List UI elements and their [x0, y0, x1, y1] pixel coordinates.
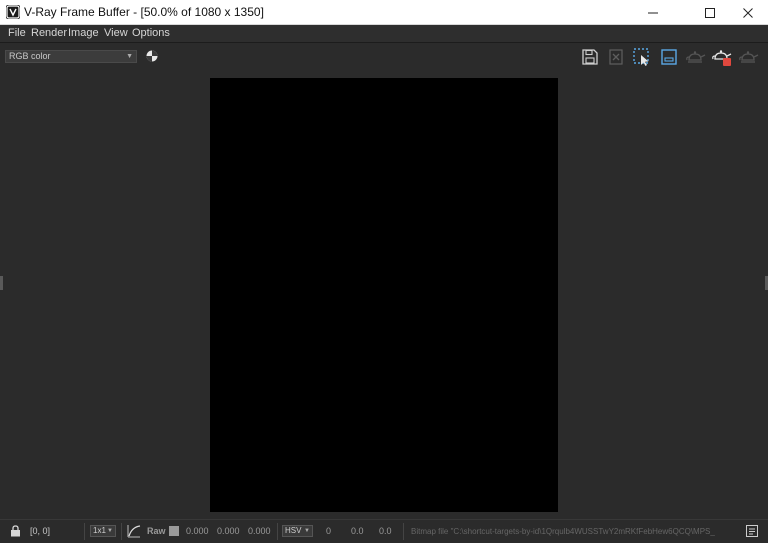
raw-value-b: 0.000 — [248, 526, 271, 536]
render-last-icon[interactable] — [686, 47, 706, 67]
divider — [403, 523, 404, 540]
color-mode-value: HSV — [285, 526, 302, 535]
clear-image-icon[interactable] — [606, 47, 626, 67]
hsv-value-v: 0.0 — [379, 526, 392, 536]
toolbar: RGB color ▼ — [0, 43, 768, 71]
raw-value-r: 0.000 — [186, 526, 209, 536]
hsv-value-s: 0.0 — [351, 526, 364, 536]
region-render-icon[interactable] — [632, 47, 652, 67]
log-icon[interactable] — [746, 525, 758, 539]
menu-render[interactable]: Render — [31, 27, 67, 39]
title-bar: V-Ray Frame Buffer - [50.0% of 1080 x 13… — [0, 0, 768, 25]
channel-select-value: RGB color — [9, 51, 51, 61]
color-swatch — [169, 526, 179, 536]
file-path-text: Bitmap file "C:\shortcut-targets-by-id\1… — [411, 527, 715, 536]
render-canvas[interactable] — [210, 78, 558, 512]
vray-logo-icon — [6, 5, 20, 19]
save-image-icon[interactable] — [580, 47, 600, 67]
raw-label: Raw — [147, 526, 166, 536]
channel-select[interactable]: RGB color ▼ — [5, 50, 137, 63]
left-panel-handle[interactable] — [0, 276, 3, 290]
menu-file[interactable]: File — [8, 27, 26, 39]
chevron-down-icon: ▼ — [126, 53, 133, 60]
color-mode-select[interactable]: HSV ▼ — [282, 525, 313, 537]
zoom-mode-select[interactable]: 1x1 ▼ — [90, 525, 116, 537]
divider — [277, 523, 278, 540]
pixel-coordinates: [0, 0] — [30, 526, 51, 536]
menu-bar: File Render Image View Options — [0, 25, 768, 43]
render-icon[interactable] — [739, 47, 759, 67]
window-title: V-Ray Frame Buffer - [50.0% of 1080 x 13… — [24, 5, 264, 19]
curve-icon[interactable] — [127, 524, 141, 540]
chevron-down-icon: ▼ — [107, 528, 113, 534]
status-bar: [0, 0] 1x1 ▼ Raw 0.000 0.000 0.000 HSV ▼… — [0, 519, 768, 543]
chevron-down-icon: ▼ — [304, 528, 310, 534]
zoom-mode-value: 1x1 — [93, 526, 106, 535]
divider — [84, 523, 85, 540]
close-button[interactable] — [725, 0, 768, 25]
menu-image[interactable]: Image — [68, 27, 99, 39]
divider — [121, 523, 122, 540]
hsv-value-h: 0 — [326, 526, 332, 536]
menu-view[interactable]: View — [104, 27, 128, 39]
frame-icon[interactable] — [659, 47, 679, 67]
lock-icon[interactable] — [10, 525, 21, 539]
stop-render-icon[interactable] — [712, 47, 732, 67]
raw-value-g: 0.000 — [217, 526, 240, 536]
menu-options[interactable]: Options — [132, 27, 170, 39]
minimize-button[interactable] — [630, 0, 676, 25]
color-correction-icon[interactable] — [146, 49, 158, 67]
